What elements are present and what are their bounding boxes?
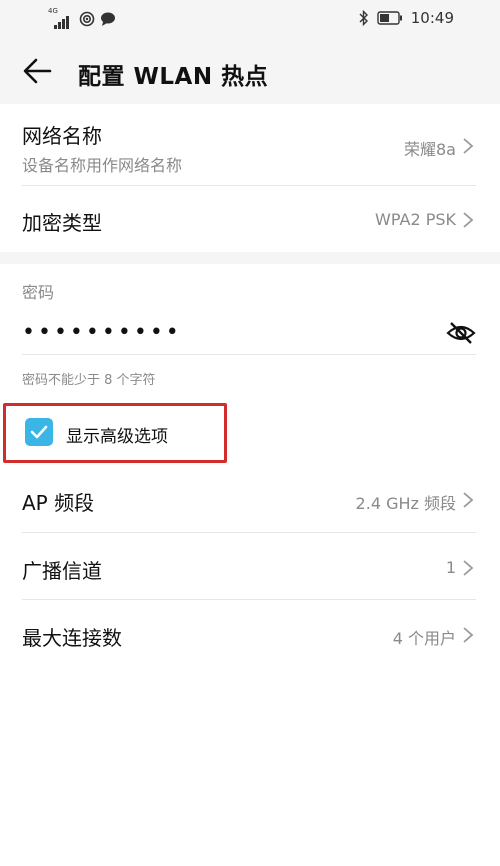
clock-time: 10:49 [410,9,454,27]
status-icons-right: 10:49 [359,9,454,27]
password-hint: 密码不能少于 8 个字符 [22,373,156,388]
network-name-label: 网络名称 [22,124,102,148]
ap-band-row[interactable]: AP 频段 2.4 GHz 频段 [0,466,500,532]
ap-band-label: AP 频段 [22,491,95,515]
status-bar: 4G 10:49 [0,0,500,38]
encryption-type-label: 加密类型 [22,211,102,235]
header: 配置 WLAN 热点 [0,38,500,104]
network-name-row[interactable]: 网络名称 设备名称用作网络名称 荣耀8a [0,104,500,186]
status-icons-left [48,9,116,29]
chevron-right-icon [463,212,474,228]
network-name-value: 荣耀8a [404,140,456,159]
password-underline [22,354,476,355]
network-name-sublabel: 设备名称用作网络名称 [22,156,183,175]
max-connections-label: 最大连接数 [22,626,122,650]
max-connections-row[interactable]: 最大连接数 4 个用户 [0,600,500,666]
max-connections-value: 4 个用户 [392,629,456,648]
password-label: 密码 [22,283,55,302]
page: 4G 10:49 配置 WLAN 热点 网络名称 设备名称用作网络名称 荣耀8a… [0,0,500,866]
signal-icon [48,15,74,29]
bluetooth-icon [359,10,368,26]
broadcast-channel-row[interactable]: 广播信道 1 [0,533,500,599]
ap-band-value: 2.4 GHz 频段 [355,494,456,513]
encryption-type-value: WPA2 PSK [375,210,456,229]
chat-icon [101,12,115,26]
section-gap [0,252,500,264]
chevron-right-icon [463,492,474,508]
hotspot-icon [79,11,95,27]
show-advanced-label[interactable]: 显示高级选项 [66,422,168,447]
page-title: 配置 WLAN 热点 [78,64,269,90]
chevron-right-icon [463,560,474,576]
battery-icon [377,11,402,25]
back-arrow-icon[interactable] [20,56,56,86]
chevron-right-icon [463,138,474,154]
encryption-type-row[interactable]: 加密类型 WPA2 PSK [0,186,500,252]
password-input[interactable] [22,314,432,350]
checkmark-icon [30,425,48,439]
chevron-right-icon [463,627,474,643]
broadcast-channel-value: 1 [445,558,456,577]
broadcast-channel-label: 广播信道 [22,559,102,583]
show-advanced-checkbox[interactable] [25,418,53,446]
eye-off-icon[interactable] [446,320,476,346]
